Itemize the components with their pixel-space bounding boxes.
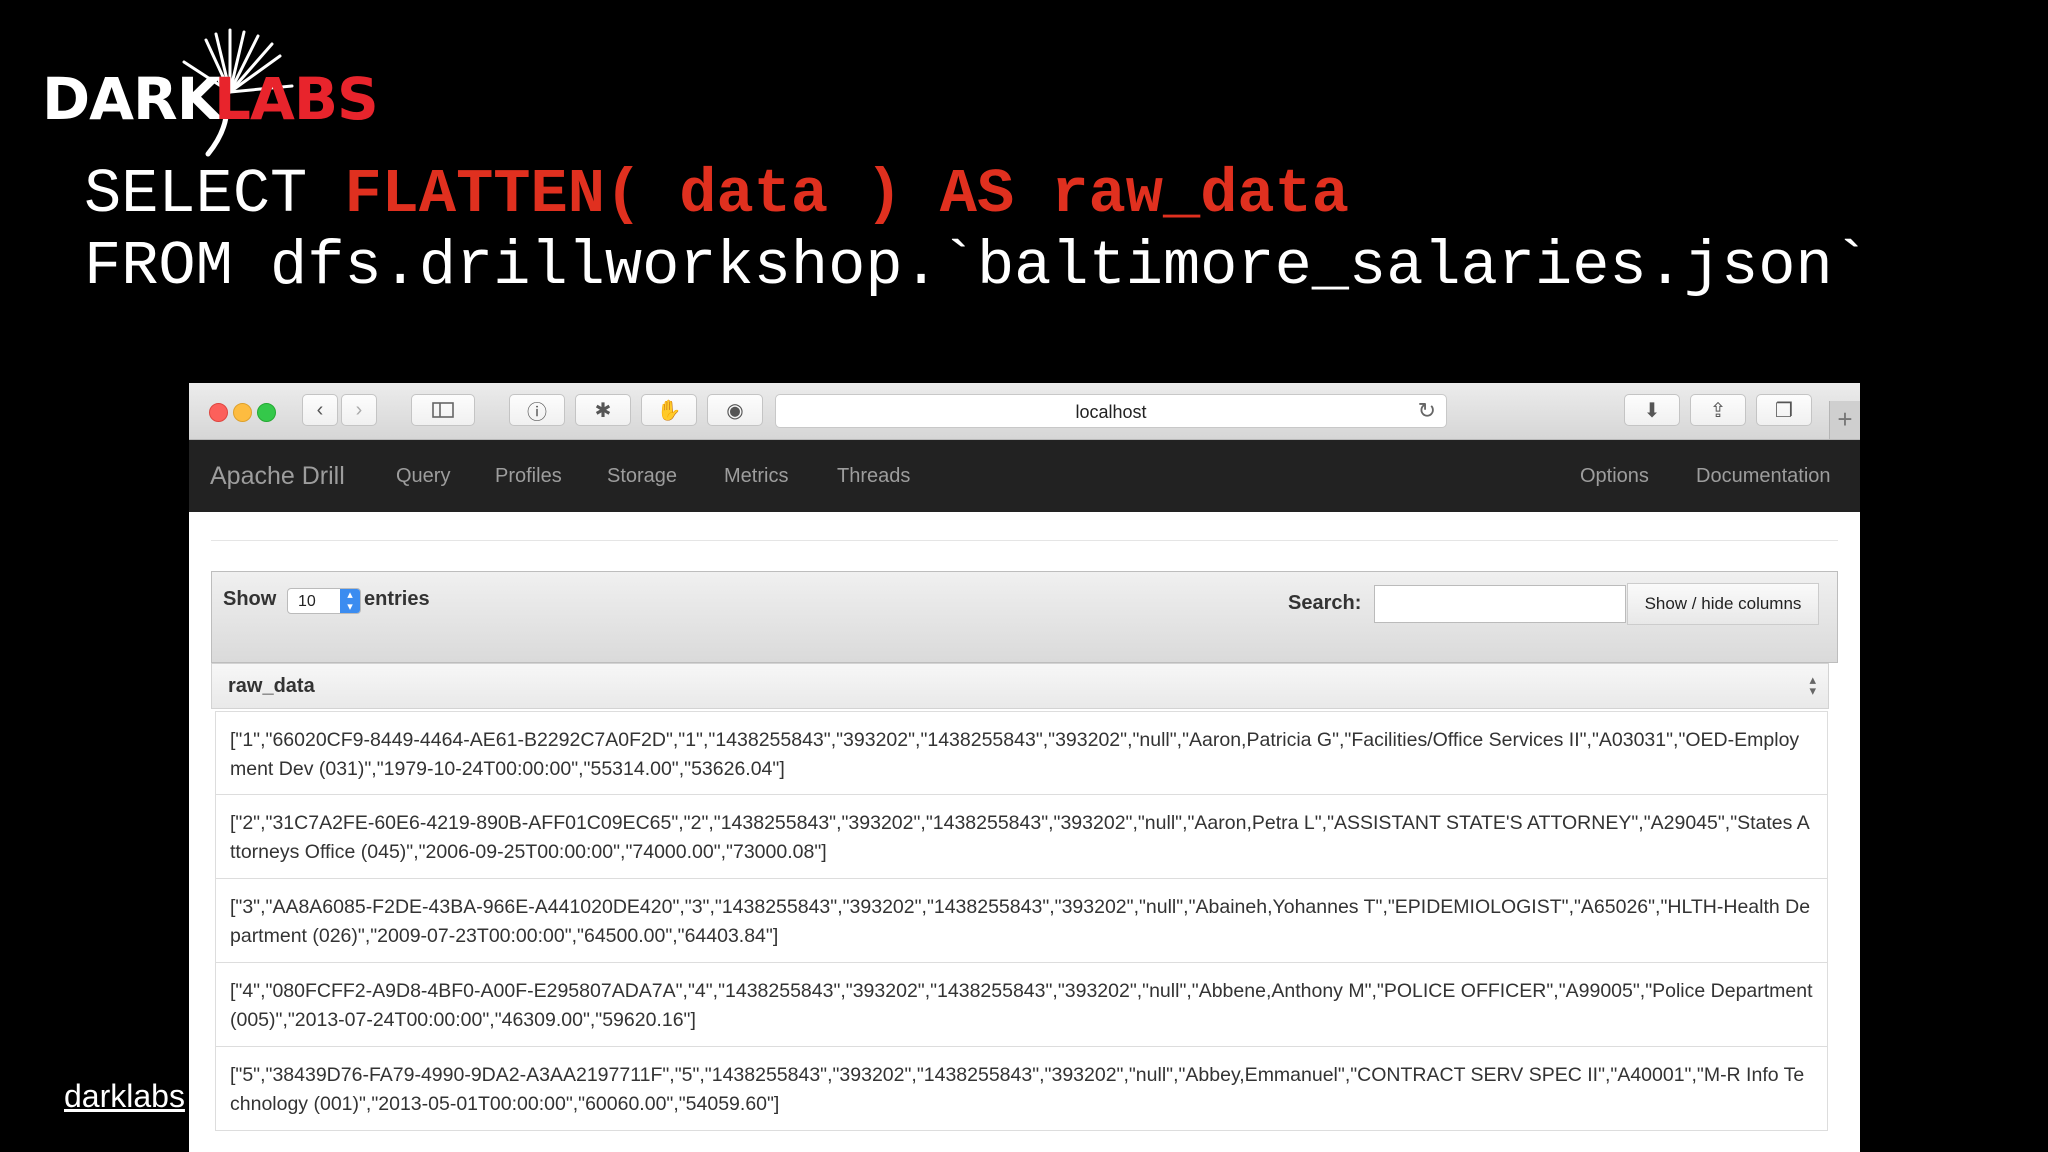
table-row: ["1","66020CF9-8449-4464-AE61-B2292C7A0F… <box>215 711 1828 795</box>
drill-brand-link[interactable]: Apache Drill <box>210 462 345 491</box>
chevron-left-icon: ‹ <box>316 398 324 421</box>
bug-icon: ✱ <box>594 399 612 422</box>
sql-select-keyword: SELECT <box>84 159 345 230</box>
forward-button[interactable]: › <box>341 394 377 426</box>
browser-toolbar: ‹ › ⓘ ✱ ✋ ◉ localhost ↻ ⬇ ⇪ ❐ + <box>189 383 1860 440</box>
nav-documentation[interactable]: Documentation <box>1696 465 1831 488</box>
zoom-window-button[interactable] <box>257 403 276 422</box>
logo-labs-text: LABS <box>214 65 379 133</box>
sql-select-line: SELECT FLATTEN( data ) AS raw_data <box>84 164 1349 226</box>
table-cell: ["5","38439D76-FA79-4990-9DA2-A3AA219771… <box>230 1064 1805 1115</box>
extension-button-hand[interactable]: ✋ <box>641 394 697 426</box>
page-length-value: 10 <box>298 593 316 610</box>
sort-icon: ▴ ▾ <box>1809 672 1816 698</box>
table-cell: ["3","AA8A6085-F2DE-43BA-966E-A441020DE4… <box>230 896 1811 947</box>
chevron-right-icon: › <box>355 398 363 421</box>
tabs-overview-button[interactable]: ❐ <box>1756 394 1812 426</box>
plus-icon: + <box>1837 404 1853 434</box>
logo-dark-text: DARK <box>42 65 222 133</box>
sql-from-line: FROM dfs.drillworkshop.`baltimore_salari… <box>84 231 1870 302</box>
nav-threads[interactable]: Threads <box>837 465 910 488</box>
table-cell: ["2","31C7A2FE-60E6-4219-890B-AFF01C09EC… <box>230 812 1810 863</box>
nav-query[interactable]: Query <box>396 465 450 488</box>
table-row: ["2","31C7A2FE-60E6-4219-890B-AFF01C09EC… <box>215 795 1828 879</box>
table-row: ["4","080FCFF2-A9D8-4BF0-A00F-E295807ADA… <box>215 963 1828 1047</box>
nav-profiles[interactable]: Profiles <box>495 465 562 488</box>
page-length-select[interactable]: 10 ▴ ▾ <box>287 588 361 614</box>
drill-navbar: Apache Drill Query Profiles Storage Metr… <box>189 440 1860 512</box>
table-row: ["3","AA8A6085-F2DE-43BA-966E-A441020DE4… <box>215 879 1828 963</box>
divider <box>211 540 1838 541</box>
back-button[interactable]: ‹ <box>302 394 338 426</box>
darklabs-footer-link[interactable]: darklabs <box>64 1078 185 1115</box>
share-icon: ⇪ <box>1709 399 1727 422</box>
table-cell: ["4","080FCFF2-A9D8-4BF0-A00F-E295807ADA… <box>230 980 1813 1031</box>
table-body: ["1","66020CF9-8449-4464-AE61-B2292C7A0F… <box>215 711 1828 1131</box>
extension-button-camera[interactable]: ◉ <box>707 394 763 426</box>
search-input[interactable] <box>1374 585 1626 623</box>
sidebar-toggle-button[interactable] <box>411 394 475 426</box>
column-header-raw-data: raw_data <box>228 675 315 697</box>
address-url: localhost <box>1075 402 1147 422</box>
reload-icon[interactable]: ↻ <box>1418 398 1436 424</box>
browser-window: ‹ › ⓘ ✱ ✋ ◉ localhost ↻ ⬇ ⇪ ❐ + Apache D… <box>189 383 1860 1152</box>
nav-options[interactable]: Options <box>1580 465 1649 488</box>
info-icon: ⓘ <box>527 401 547 424</box>
search-label: Search: <box>1288 592 1362 614</box>
nav-metrics[interactable]: Metrics <box>724 465 788 488</box>
new-tab-button[interactable]: + <box>1829 401 1860 439</box>
sql-select-expression: FLATTEN( data ) AS raw_data <box>344 159 1350 230</box>
entries-label: entries <box>364 588 430 610</box>
extension-button-bug[interactable]: ✱ <box>575 394 631 426</box>
download-icon: ⬇ <box>1643 399 1661 422</box>
minimize-window-button[interactable] <box>233 403 252 422</box>
sidebar-icon <box>432 402 454 418</box>
show-hide-columns-button[interactable]: Show / hide columns <box>1627 583 1819 625</box>
address-bar[interactable]: localhost ↻ <box>775 394 1447 428</box>
record-icon: ◉ <box>726 399 744 422</box>
share-button[interactable]: ⇪ <box>1690 394 1746 426</box>
info-button[interactable]: ⓘ <box>509 394 565 426</box>
table-header[interactable]: raw_data ▴ ▾ <box>211 663 1829 709</box>
table-cell: ["1","66020CF9-8449-4464-AE61-B2292C7A0F… <box>230 729 1800 780</box>
downloads-button[interactable]: ⬇ <box>1624 394 1680 426</box>
darklabs-logo: DARK LABS <box>42 22 379 162</box>
table-controls: Show 10 ▴ ▾ entries Search: Show / hide c… <box>211 571 1838 663</box>
nav-storage[interactable]: Storage <box>607 465 677 488</box>
tabs-icon: ❐ <box>1775 399 1793 422</box>
select-arrows-icon: ▴ ▾ <box>340 589 360 613</box>
close-window-button[interactable] <box>209 403 228 422</box>
show-label: Show <box>223 588 277 610</box>
table-row: ["5","38439D76-FA79-4990-9DA2-A3AA219771… <box>215 1047 1828 1131</box>
hand-icon: ✋ <box>656 399 682 422</box>
